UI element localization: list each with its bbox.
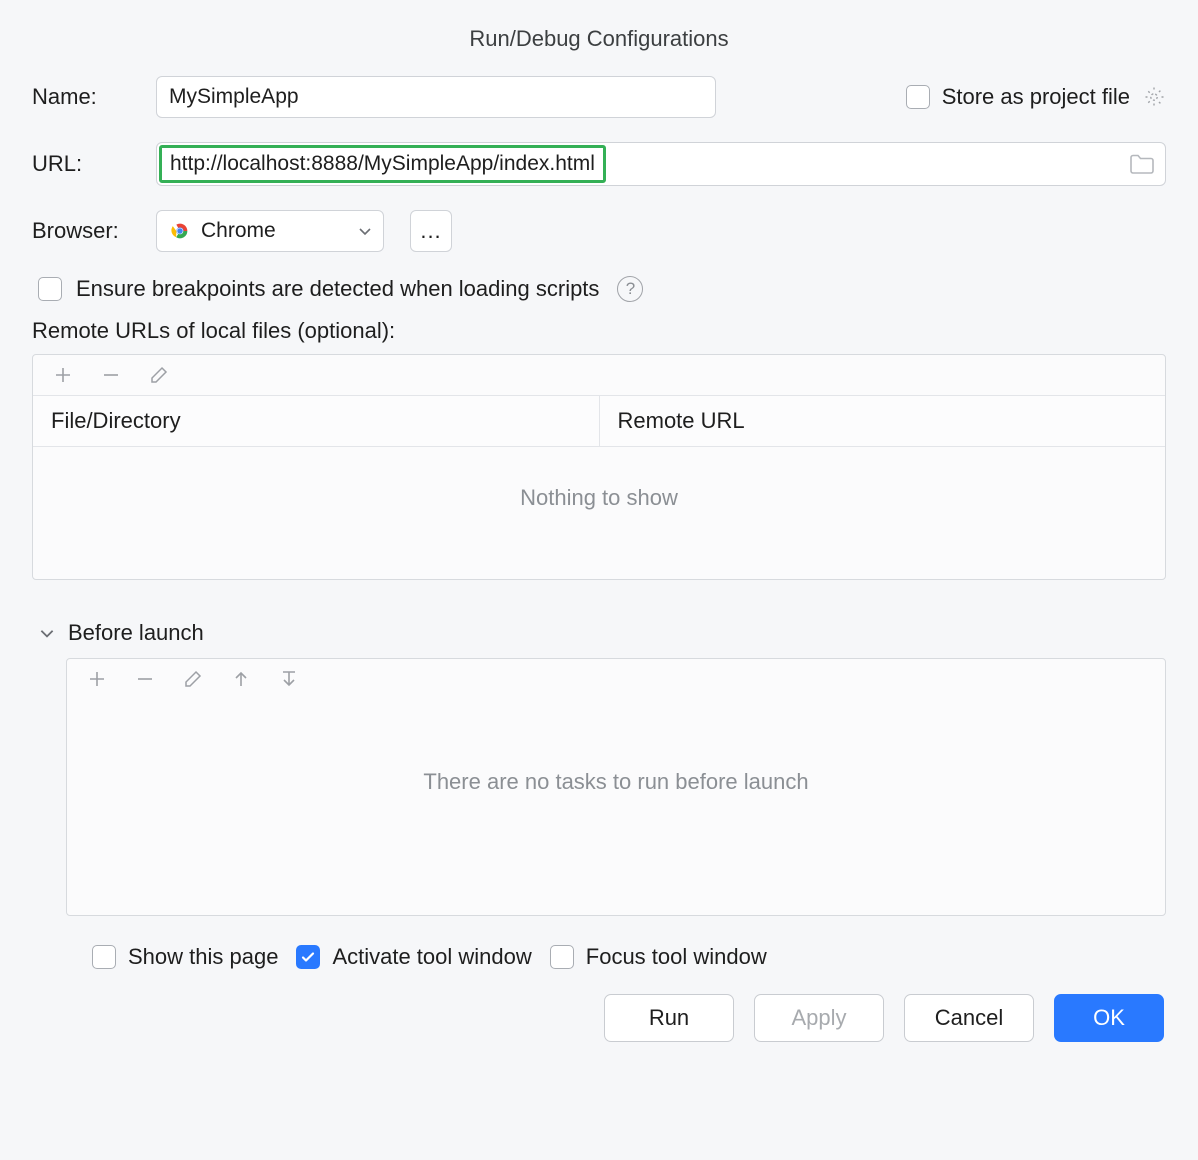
url-input[interactable]: http://localhost:8888/MySimpleApp/index.…	[159, 145, 606, 183]
remove-icon[interactable]	[101, 365, 121, 385]
activate-tool-window-option: Activate tool window	[296, 944, 531, 970]
down-icon[interactable]	[279, 669, 299, 689]
add-icon[interactable]	[53, 365, 73, 385]
show-this-page-checkbox[interactable]	[92, 945, 116, 969]
chevron-down-icon	[357, 223, 373, 239]
ensure-breakpoints-row: Ensure breakpoints are detected when loa…	[38, 276, 1166, 302]
browser-select[interactable]: Chrome	[156, 210, 384, 252]
name-input[interactable]	[156, 76, 716, 118]
before-launch-section: Before launch There are no tasks to run …	[32, 620, 1166, 970]
url-row: URL: http://localhost:8888/MySimpleApp/i…	[32, 142, 1166, 186]
activate-tool-window-label: Activate tool window	[332, 944, 531, 970]
before-launch-panel: There are no tasks to run before launch	[66, 658, 1166, 916]
remote-urls-empty: Nothing to show	[33, 447, 1165, 579]
chevron-down-icon	[38, 624, 56, 642]
before-launch-empty: There are no tasks to run before launch	[67, 699, 1165, 915]
dialog-buttons: Run Apply Cancel OK	[32, 994, 1166, 1042]
remote-urls-panel: File/Directory Remote URL Nothing to sho…	[32, 354, 1166, 580]
browser-selected-text: Chrome	[201, 219, 347, 243]
before-launch-title: Before launch	[68, 620, 204, 646]
add-icon[interactable]	[87, 669, 107, 689]
column-file-directory[interactable]: File/Directory	[33, 396, 600, 446]
edit-icon[interactable]	[149, 365, 169, 385]
apply-button[interactable]: Apply	[754, 994, 884, 1042]
name-row: Name: Store as project file	[32, 76, 1166, 118]
ok-button[interactable]: OK	[1054, 994, 1164, 1042]
url-field-wrapper: http://localhost:8888/MySimpleApp/index.…	[156, 142, 1166, 186]
gear-icon[interactable]	[1142, 85, 1166, 109]
remote-urls-title: Remote URLs of local files (optional):	[32, 318, 1166, 344]
remote-urls-toolbar	[33, 355, 1165, 395]
launch-options-row: Show this page Activate tool window Focu…	[92, 944, 1166, 970]
dialog-title: Run/Debug Configurations	[32, 26, 1166, 52]
before-launch-header[interactable]: Before launch	[38, 620, 1166, 646]
before-launch-toolbar	[67, 659, 1165, 699]
help-icon[interactable]: ?	[617, 276, 643, 302]
cancel-button[interactable]: Cancel	[904, 994, 1034, 1042]
activate-tool-window-checkbox[interactable]	[296, 945, 320, 969]
chrome-icon	[169, 220, 191, 242]
focus-tool-window-label: Focus tool window	[586, 944, 767, 970]
edit-icon[interactable]	[183, 669, 203, 689]
store-as-project-label: Store as project file	[942, 84, 1130, 110]
browser-label: Browser:	[32, 218, 142, 244]
up-icon[interactable]	[231, 669, 251, 689]
focus-tool-window-option: Focus tool window	[550, 944, 767, 970]
browser-row: Browser: Chrome ...	[32, 210, 1166, 252]
remove-icon[interactable]	[135, 669, 155, 689]
browser-more-button[interactable]: ...	[410, 210, 452, 252]
column-remote-url[interactable]: Remote URL	[600, 396, 1166, 446]
show-this-page-option: Show this page	[92, 944, 278, 970]
ensure-breakpoints-label: Ensure breakpoints are detected when loa…	[76, 276, 599, 302]
run-button[interactable]: Run	[604, 994, 734, 1042]
show-this-page-label: Show this page	[128, 944, 278, 970]
name-label: Name:	[32, 84, 142, 110]
focus-tool-window-checkbox[interactable]	[550, 945, 574, 969]
url-label: URL:	[32, 151, 142, 177]
run-debug-config-dialog: Run/Debug Configurations Name: Store as …	[0, 0, 1198, 1072]
store-as-project-group: Store as project file	[906, 84, 1166, 110]
folder-icon[interactable]	[1129, 153, 1155, 175]
store-as-project-checkbox[interactable]	[906, 85, 930, 109]
remote-urls-table-header: File/Directory Remote URL	[33, 395, 1165, 447]
ensure-breakpoints-checkbox[interactable]	[38, 277, 62, 301]
